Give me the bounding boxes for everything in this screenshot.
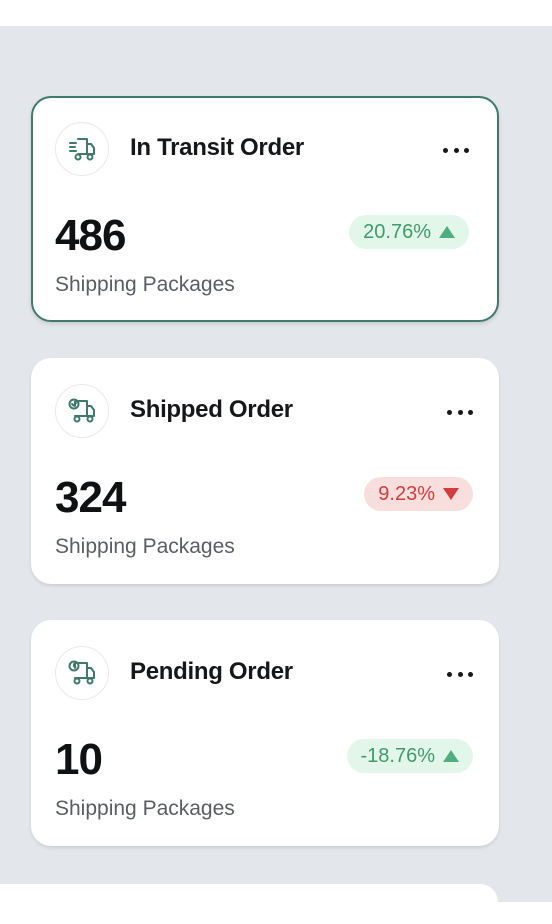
- more-options-icon[interactable]: [447, 402, 473, 422]
- change-value: 9.23%: [378, 482, 435, 505]
- arrow-down-icon: [443, 488, 459, 500]
- card-subtitle: Shipping Packages: [55, 535, 235, 558]
- card-value: 486: [55, 211, 126, 260]
- change-value: -18.76%: [360, 744, 436, 767]
- top-strip: [0, 0, 552, 26]
- card-title: Pending Order: [130, 658, 293, 685]
- arrow-up-icon: [439, 226, 455, 238]
- shipped-order-card[interactable]: Shipped Order 324 9.23% Shipping Package…: [31, 358, 499, 584]
- card-value: 324: [55, 473, 126, 522]
- change-badge: 9.23%: [364, 477, 473, 511]
- card-title: In Transit Order: [130, 134, 304, 161]
- more-options-icon[interactable]: [443, 140, 469, 160]
- next-card-peek: [0, 884, 498, 924]
- card-value: 10: [55, 735, 103, 784]
- arrow-up-icon: [443, 750, 459, 762]
- card-subtitle: Shipping Packages: [55, 797, 235, 820]
- change-value: 20.76%: [363, 220, 431, 243]
- card-subtitle: Shipping Packages: [55, 273, 235, 296]
- truck-fast-icon: [55, 122, 109, 176]
- change-badge: -18.76%: [346, 739, 473, 773]
- truck-tick-icon: [55, 384, 109, 438]
- card-title: Shipped Order: [130, 396, 293, 423]
- pending-order-card[interactable]: Pending Order 10 -18.76% Shipping Packag…: [31, 620, 499, 846]
- change-badge: 20.76%: [349, 215, 469, 249]
- more-options-icon[interactable]: [447, 664, 473, 684]
- truck-time-icon: [55, 646, 109, 700]
- in-transit-order-card[interactable]: In Transit Order 486 20.76% Shipping Pac…: [31, 96, 499, 322]
